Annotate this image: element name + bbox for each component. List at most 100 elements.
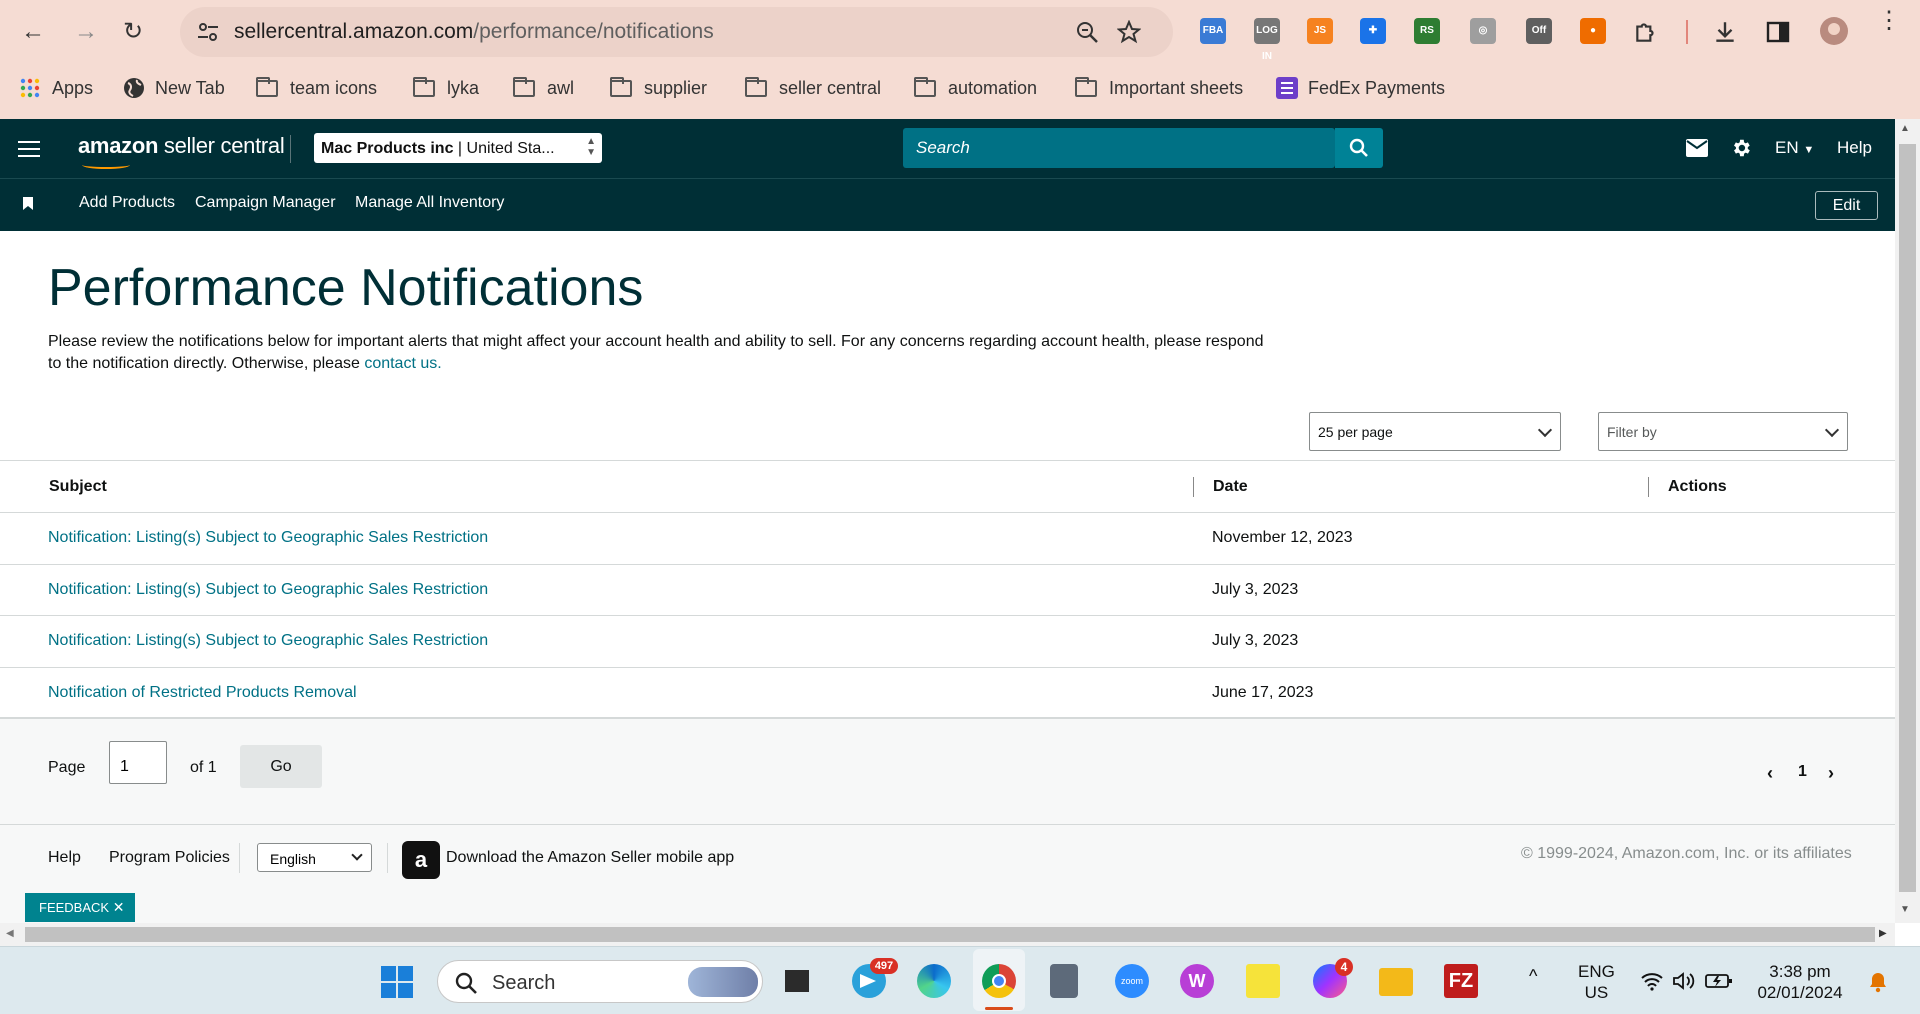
file-explorer-icon[interactable]: [1379, 968, 1413, 996]
vertical-scroll-thumb[interactable]: [1899, 144, 1916, 892]
edit-shortcuts-button[interactable]: Edit: [1815, 191, 1878, 220]
campaign-manager-link[interactable]: Campaign Manager: [195, 194, 336, 212]
notification-subject-link[interactable]: Notification of Restricted Products Remo…: [48, 684, 357, 702]
notification-bell-icon[interactable]: [1868, 971, 1888, 993]
go-button[interactable]: Go: [240, 745, 322, 788]
contact-us-link[interactable]: contact us.: [364, 355, 441, 372]
language-label: EN: [1775, 138, 1799, 157]
manage-all-inventory-link[interactable]: Manage All Inventory: [355, 194, 504, 212]
off-extension-icon[interactable]: Off: [1526, 18, 1552, 44]
login-extension-icon[interactable]: LOG IN: [1254, 18, 1280, 62]
download-icon[interactable]: [1712, 19, 1738, 45]
bookmark-new-tab[interactable]: New Tab: [123, 76, 225, 100]
footer-language-select[interactable]: English: [257, 843, 372, 872]
bookmark-automation[interactable]: automation: [914, 76, 1037, 100]
notification-subject-link[interactable]: Notification: Listing(s) Subject to Geog…: [48, 581, 488, 599]
search-button[interactable]: [1335, 128, 1383, 168]
per-page-select[interactable]: 25 per page: [1309, 412, 1561, 451]
bookmark-label: automation: [948, 77, 1038, 98]
telegram-badge: 497: [870, 958, 898, 974]
side-panel-icon[interactable]: [1766, 20, 1790, 44]
puzzle-extensions-icon[interactable]: [1633, 19, 1659, 45]
reload-icon[interactable]: ↻: [115, 14, 151, 50]
address-bar[interactable]: sellercentral.amazon.com/performance/not…: [180, 7, 1173, 57]
bookmark-icon[interactable]: [23, 197, 33, 210]
bookmark-star-icon[interactable]: [1117, 20, 1141, 44]
help-link[interactable]: Help: [1837, 138, 1872, 158]
bookmark-fedex-payments[interactable]: FedEx Payments: [1276, 76, 1445, 100]
windows-taskbar: Search 497 zoom W 4 FZ ^ ENG US 3:38 pm 02…: [0, 946, 1920, 1014]
page-number-input[interactable]: [109, 741, 167, 784]
forward-arrow-icon[interactable]: →: [68, 14, 104, 50]
site-settings-icon[interactable]: [196, 20, 220, 44]
folder-icon: [413, 76, 435, 97]
task-view-icon[interactable]: [782, 967, 812, 995]
grey-extension-icon[interactable]: ◎: [1470, 18, 1496, 44]
input-language-indicator[interactable]: ENG US: [1578, 961, 1615, 1003]
hamburger-menu-icon[interactable]: [18, 141, 40, 157]
scroll-left-arrow-icon[interactable]: ◀: [6, 928, 14, 939]
bookmark-supplier[interactable]: supplier: [610, 76, 707, 100]
orange-circle-extension-icon[interactable]: ●: [1580, 18, 1606, 44]
account-switcher[interactable]: Mac Products inc | United Sta... ▲ ▼: [314, 133, 602, 163]
updown-arrow-icon: ▲ ▼: [586, 136, 596, 158]
close-icon[interactable]: ✕: [113, 899, 125, 915]
scroll-right-arrow-icon[interactable]: ▶: [1879, 928, 1887, 939]
shortcuts-bar: Add Products Campaign Manager Manage All…: [0, 178, 1895, 231]
search-input[interactable]: [903, 128, 1335, 168]
program-policies-link[interactable]: Program Policies: [109, 849, 230, 867]
footer-help-link[interactable]: Help: [48, 849, 81, 867]
back-arrow-icon[interactable]: ←: [15, 14, 51, 50]
system-clock[interactable]: 3:38 pm 02/01/2024: [1752, 961, 1848, 1003]
column-divider: [1648, 477, 1649, 497]
bookmark-important-sheets[interactable]: Important sheets: [1075, 76, 1243, 100]
zoom-icon[interactable]: [1075, 20, 1099, 44]
horizontal-scroll-thumb[interactable]: [25, 927, 1875, 942]
notification-subject-link[interactable]: Notification: Listing(s) Subject to Geog…: [48, 529, 488, 547]
sticky-notes-icon[interactable]: [1246, 964, 1280, 998]
scroll-down-arrow-icon[interactable]: ▼: [1900, 904, 1910, 915]
settings-gear-icon[interactable]: [1730, 137, 1752, 159]
rs-extension-icon[interactable]: RS: [1414, 18, 1440, 44]
prev-page-chevron-icon[interactable]: ‹: [1767, 763, 1773, 784]
bookmark-apps[interactable]: Apps: [20, 76, 93, 100]
filezilla-icon[interactable]: FZ: [1444, 964, 1478, 998]
scroll-up-arrow-icon[interactable]: ▲: [1900, 123, 1910, 134]
calculator-icon[interactable]: [1050, 964, 1078, 998]
filter-select[interactable]: Filter by: [1598, 412, 1848, 451]
download-app-link[interactable]: Download the Amazon Seller mobile app: [446, 849, 734, 867]
next-page-chevron-icon[interactable]: ›: [1828, 763, 1834, 784]
zoom-app-icon[interactable]: zoom: [1115, 964, 1149, 998]
header-date[interactable]: Date: [1213, 478, 1248, 496]
blue-cross-extension-icon[interactable]: ✚: [1360, 18, 1386, 44]
wifi-icon[interactable]: [1640, 971, 1664, 991]
battery-charging-icon[interactable]: [1705, 972, 1733, 990]
edge-browser-icon[interactable]: [917, 964, 951, 998]
bookmark-awl[interactable]: awl: [513, 76, 574, 100]
profile-avatar[interactable]: [1820, 17, 1848, 45]
notification-subject-link[interactable]: Notification: Listing(s) Subject to Geog…: [48, 632, 488, 650]
windows-start-icon[interactable]: [380, 965, 414, 999]
clock-time: 3:38 pm: [1769, 962, 1831, 981]
volume-icon[interactable]: [1672, 971, 1696, 991]
language-selector[interactable]: EN ▼: [1775, 138, 1814, 158]
js-extension-icon[interactable]: JS: [1307, 18, 1333, 44]
bookmark-lyka[interactable]: lyka: [413, 76, 479, 100]
fba-extension-icon[interactable]: FBA: [1200, 18, 1226, 44]
notifications-table: Subject Date Actions Notification: Listi…: [0, 460, 1895, 718]
mail-icon[interactable]: [1686, 139, 1708, 157]
feedback-button[interactable]: FEEDBACK ✕: [25, 893, 135, 922]
amazon-app-icon[interactable]: a: [402, 841, 440, 879]
show-hidden-icons-chevron-icon[interactable]: ^: [1529, 966, 1537, 987]
taskbar-search[interactable]: Search: [437, 960, 763, 1003]
chrome-browser-icon[interactable]: [982, 964, 1016, 998]
bookmark-seller-central[interactable]: seller central: [745, 76, 881, 100]
table-row: Notification: Listing(s) Subject to Geog…: [0, 564, 1895, 616]
amazon-seller-central-logo[interactable]: amazon seller central: [78, 133, 285, 169]
header-subject[interactable]: Subject: [49, 478, 107, 496]
bookmark-team-icons[interactable]: team icons: [256, 76, 377, 100]
current-page-number[interactable]: 1: [1798, 763, 1807, 781]
wps-office-icon[interactable]: W: [1180, 964, 1214, 998]
chrome-menu-icon[interactable]: ⋮: [1877, 9, 1901, 33]
add-products-link[interactable]: Add Products: [79, 194, 175, 212]
